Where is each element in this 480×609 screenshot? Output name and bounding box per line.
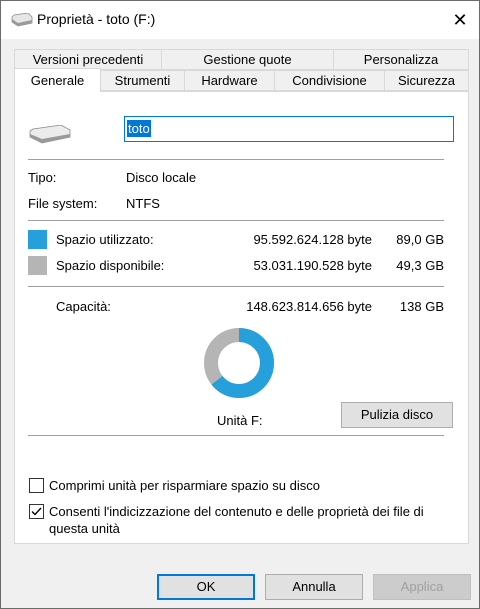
index-label-line2: questa unità	[49, 521, 120, 536]
free-space-bytes: 53.031.190.528 byte	[253, 258, 372, 273]
disk-cleanup-button[interactable]: Pulizia disco	[341, 402, 453, 428]
drive-name-input[interactable]: toto	[124, 116, 454, 142]
free-space-gb: 49,3 GB	[396, 258, 444, 273]
filesystem-value: NTFS	[126, 196, 160, 211]
separator-1	[28, 159, 444, 160]
drive-large-icon	[29, 125, 71, 144]
compress-checkbox[interactable]	[29, 478, 44, 493]
capacity-label: Capacità:	[56, 299, 111, 314]
capacity-bytes: 148.623.814.656 byte	[246, 299, 372, 314]
type-label: Tipo:	[28, 170, 57, 185]
filesystem-label: File system:	[28, 196, 98, 211]
used-space-label: Spazio utilizzato:	[56, 232, 154, 247]
type-value: Disco locale	[126, 170, 197, 185]
checkmark-icon	[31, 507, 42, 516]
separator-3	[28, 286, 444, 287]
compress-label: Comprimi unità per risparmiare spazio su…	[49, 478, 320, 493]
disk-usage-donut	[204, 328, 274, 398]
apply-button[interactable]: Applica	[373, 574, 471, 600]
capacity-gb: 138 GB	[399, 299, 444, 314]
index-checkbox[interactable]	[29, 504, 44, 519]
used-space-swatch	[28, 230, 47, 249]
free-space-label: Spazio disponibile:	[56, 258, 165, 273]
used-space-bytes: 95.592.624.128 byte	[253, 232, 372, 247]
separator-2	[28, 220, 444, 221]
drive-name-value: toto	[127, 120, 151, 137]
separator-4	[28, 435, 444, 436]
index-label-line1: Consenti l'indicizzazione del contenuto …	[49, 504, 424, 519]
used-space-gb: 89,0 GB	[396, 232, 444, 247]
ok-button[interactable]: OK	[157, 574, 255, 600]
drive-letter-label: Unità F:	[217, 413, 263, 428]
free-space-swatch	[28, 256, 47, 275]
cancel-button[interactable]: Annulla	[265, 574, 363, 600]
